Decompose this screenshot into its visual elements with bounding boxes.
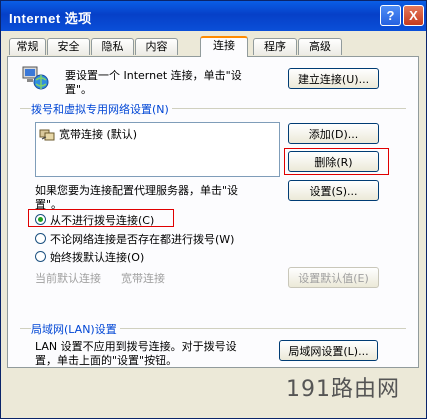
broadband-connection-icon [39, 129, 55, 141]
title-bar[interactable]: Internet 选项 ? X [1, 1, 426, 31]
window-title: Internet 选项 [9, 11, 92, 26]
tab-connections[interactable]: 连接 [200, 36, 248, 57]
help-button[interactable]: ? [380, 5, 401, 26]
tab-advanced[interactable]: 高级 [298, 38, 342, 55]
connection-name: 宽带连接 (默认) [59, 128, 138, 141]
radio-selected-dot [38, 217, 43, 222]
network-globe-icon [22, 66, 49, 90]
dial-whenever-label[interactable]: 不论网络连接是否存在都进行拨号(W) [50, 231, 234, 247]
dial-whenever-radio[interactable] [35, 233, 46, 244]
list-item[interactable]: 宽带连接 (默认) [39, 126, 137, 142]
never-dial-label[interactable]: 从不进行拨号连接(C) [50, 212, 154, 228]
tab-content[interactable]: 内容 [135, 38, 178, 55]
internet-options-window: Internet 选项 ? X 常规 安全 隐私 内容 连接 程序 高级 要设置… [0, 0, 427, 419]
tab-security[interactable]: 安全 [47, 38, 90, 55]
setup-connection-button[interactable]: 建立连接(U)... [288, 68, 379, 89]
always-dial-label[interactable]: 始终拨默认连接(O) [50, 249, 144, 265]
delete-button[interactable]: 删除(R) [288, 151, 379, 172]
settings-button[interactable]: 设置(S)... [288, 180, 379, 201]
never-dial-radio[interactable] [35, 214, 46, 225]
connection-list[interactable]: 宽带连接 (默认) [35, 122, 280, 177]
connections-panel: 要设置一个 Internet 连接，单击"设 置"。 建立连接(U)... 拨号… [7, 56, 419, 368]
lan-group-title: 局域网(LAN)设置 [31, 321, 120, 337]
current-default-label: 当前默认连接 [35, 272, 101, 285]
always-dial-radio[interactable] [35, 251, 46, 262]
setup-text-line2: 置"。 [65, 83, 93, 96]
dialup-group-title: 拨号和虚拟专用网络设置(N) [31, 101, 172, 117]
lan-settings-button[interactable]: 局域网设置(L)... [279, 340, 378, 361]
close-button[interactable]: X [403, 5, 424, 26]
set-default-button[interactable]: 设置默认值(E) [288, 267, 379, 288]
lan-text-line2: 置，单击上面的"设置"按钮。 [35, 354, 178, 367]
current-default-value: 宽带连接 [121, 272, 165, 285]
proxy-text-line1: 如果您要为连接配置代理服务器，单击"设 [35, 184, 239, 197]
tab-programs[interactable]: 程序 [253, 38, 297, 55]
tab-privacy[interactable]: 隐私 [91, 38, 134, 55]
add-button[interactable]: 添加(D)... [288, 123, 379, 144]
site-watermark: 191路由网 [286, 377, 400, 402]
tab-general[interactable]: 常规 [9, 38, 46, 55]
